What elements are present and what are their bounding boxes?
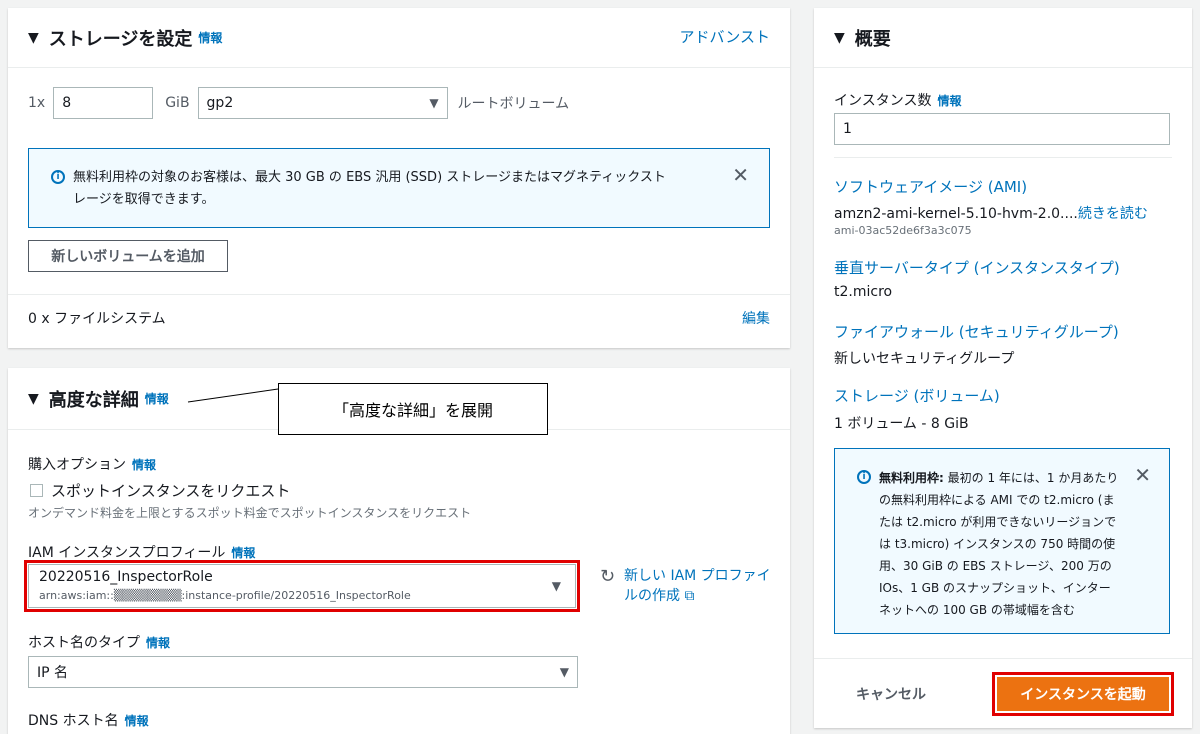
instance-count-value: 1 xyxy=(843,121,852,137)
close-icon[interactable]: ✕ xyxy=(1134,463,1151,487)
free-tier-line: は t3.micro) インスタンスの 750 時間の使 xyxy=(879,537,1116,551)
instance-count-input[interactable]: 1 xyxy=(834,113,1170,145)
ami-link[interactable]: ソフトウェアイメージ (AMI) xyxy=(834,176,1027,197)
free-tier-line: 用、30 GiB の EBS ストレージ、200 万の xyxy=(879,559,1112,573)
callout-box: 「高度な詳細」を展開 xyxy=(278,383,548,435)
info-icon: i xyxy=(857,470,871,484)
free-tier-line: たは t2.micro が利用できないリージョンで xyxy=(879,515,1117,529)
instance-count-text: インスタンス数 xyxy=(834,93,932,109)
free-tier-line: IOs、1 GB のスナップショット、インター xyxy=(879,581,1111,595)
callout-text: 「高度な詳細」を展開 xyxy=(332,401,493,420)
divider xyxy=(834,157,1172,158)
cancel-button[interactable]: キャンセル xyxy=(856,684,926,704)
storage-link[interactable]: ストレージ (ボリューム) xyxy=(834,385,1000,406)
instance-count-info-link[interactable]: 情報 xyxy=(937,94,961,108)
free-tier-line: ネットへの 100 GB の帯域幅を含む xyxy=(879,603,1075,617)
free-tier-bold: 無料利用枠: xyxy=(879,471,944,485)
ami-id: ami-03ac52de6f3a3c075 xyxy=(834,224,972,237)
read-more-link[interactable]: 続きを読む xyxy=(1078,206,1148,222)
storage-value: 1 ボリューム - 8 GiB xyxy=(834,416,969,432)
instance-count-label: インスタンス数 情報 xyxy=(834,90,961,110)
free-tier-text: 無料利用枠: 最初の 1 年には、1 か月あたり の無料利用枠による AMI で… xyxy=(879,467,1129,621)
divider xyxy=(814,658,1192,659)
summary-header[interactable]: ▼ 概要 xyxy=(814,8,1192,68)
instance-type-link[interactable]: 垂直サーバータイプ (インスタンスタイプ) xyxy=(834,257,1120,278)
free-tier-info-box: i 無料利用枠: 最初の 1 年には、1 か月あたり の無料利用枠による AMI… xyxy=(834,448,1170,634)
summary-title: 概要 xyxy=(854,28,891,50)
launch-highlight-box xyxy=(992,672,1174,716)
ami-name-row: amzn2-ami-kernel-5.10-hvm-2.0....続きを読む xyxy=(834,203,1148,223)
caret-down-icon[interactable]: ▼ xyxy=(834,30,845,46)
free-tier-line: の無料利用枠による AMI での t2.micro (ま xyxy=(879,493,1115,507)
summary-panel: ▼ 概要 インスタンス数 情報 1 ソフトウェアイメージ (AMI) amzn2-… xyxy=(814,8,1192,728)
firewall-link[interactable]: ファイアウォール (セキュリティグループ) xyxy=(834,321,1119,342)
instance-type-value: t2.micro xyxy=(834,284,893,300)
ami-name: amzn2-ami-kernel-5.10-hvm-2.0.... xyxy=(834,206,1078,222)
free-tier-line: 最初の 1 年には、1 か月あたり xyxy=(947,471,1119,485)
firewall-value: 新しいセキュリティグループ xyxy=(834,351,1015,367)
